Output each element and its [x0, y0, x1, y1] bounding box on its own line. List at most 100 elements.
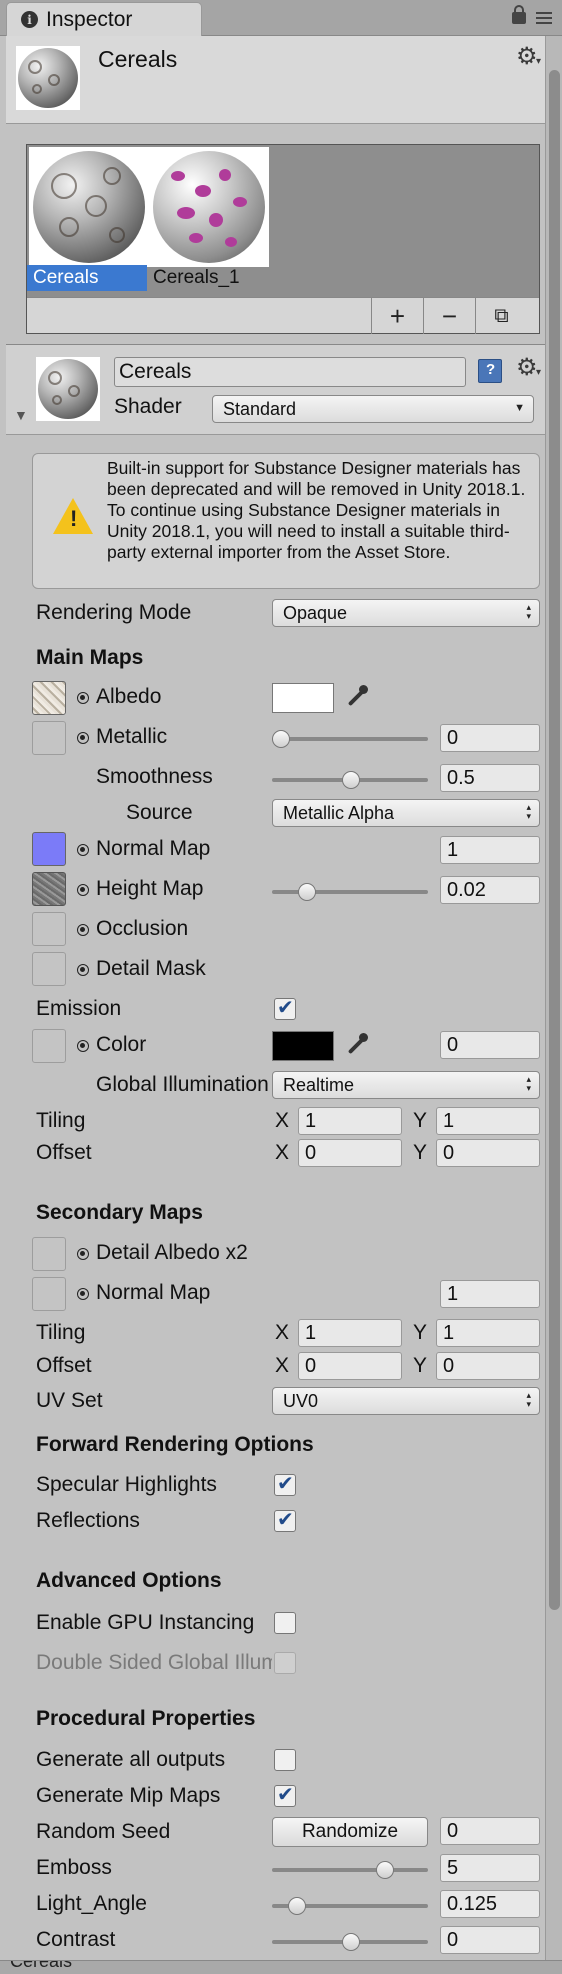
secondary-offset-x-field[interactable]: 0: [298, 1352, 402, 1380]
object-picker-icon[interactable]: [77, 692, 89, 704]
height-map-texture-slot[interactable]: [32, 872, 66, 906]
object-picker-icon[interactable]: [77, 1040, 89, 1052]
random-seed-field[interactable]: 0: [440, 1817, 540, 1845]
metallic-slider-thumb[interactable]: [272, 730, 290, 748]
metallic-value-field[interactable]: 0: [440, 724, 540, 752]
randomize-button[interactable]: Randomize: [272, 1817, 428, 1847]
gpu-instancing-checkbox[interactable]: [274, 1612, 296, 1634]
object-picker-icon[interactable]: [77, 884, 89, 896]
foldout-arrow-icon[interactable]: ▼: [14, 407, 28, 423]
emission-checkbox[interactable]: [274, 995, 296, 1020]
object-picker-icon[interactable]: [77, 1248, 89, 1260]
vertical-scrollbar[interactable]: [545, 36, 562, 1962]
object-picker-icon[interactable]: [77, 964, 89, 976]
tiling-x-label: X: [275, 1109, 290, 1132]
object-picker-icon[interactable]: [77, 924, 89, 936]
metallic-texture-slot[interactable]: [32, 721, 66, 755]
emboss-value-field[interactable]: 5: [440, 1854, 540, 1882]
detail-albedo-texture-slot[interactable]: [32, 1237, 66, 1271]
rendering-mode-dropdown[interactable]: Opaque: [272, 599, 540, 627]
emission-intensity-field[interactable]: 0: [440, 1031, 540, 1059]
offset-y-label: Y: [413, 1141, 428, 1164]
albedo-texture-slot[interactable]: [32, 681, 66, 715]
substance-sphere-preview: [153, 151, 265, 263]
detail-albedo-label: Detail Albedo x2: [96, 1241, 248, 1264]
secondary-normal-map-texture-slot[interactable]: [32, 1277, 66, 1311]
eyedropper-icon[interactable]: [342, 683, 370, 711]
occlusion-label: Occlusion: [96, 917, 189, 940]
uv-set-label: UV Set: [36, 1389, 103, 1412]
preview-label-cereals[interactable]: Cereals: [27, 265, 147, 291]
offset-y-field[interactable]: 0: [436, 1139, 540, 1167]
substance-sphere-preview: [18, 48, 78, 108]
object-picker-icon[interactable]: [77, 1288, 89, 1300]
height-map-slider-thumb[interactable]: [298, 883, 316, 901]
asset-preview-bar[interactable]: Cereals: [0, 1960, 562, 1974]
generate-all-outputs-label: Generate all outputs: [36, 1748, 226, 1771]
light-angle-value-field[interactable]: 0.125: [440, 1890, 540, 1918]
source-dropdown[interactable]: Metallic Alpha: [272, 799, 540, 827]
advanced-options-title: Advanced Options: [36, 1569, 222, 1592]
secondary-tiling-y-field[interactable]: 1: [436, 1319, 540, 1347]
secondary-offset-y-field[interactable]: 0: [436, 1352, 540, 1380]
albedo-color-swatch[interactable]: [272, 683, 334, 713]
specular-highlights-checkbox[interactable]: [274, 1471, 296, 1496]
random-seed-label: Random Seed: [36, 1820, 171, 1843]
contrast-value-field[interactable]: 0: [440, 1926, 540, 1954]
tab-menu-icon[interactable]: [536, 12, 552, 24]
asset-title: Cereals: [98, 46, 178, 72]
height-map-label: Height Map: [96, 877, 204, 900]
generate-mip-maps-label: Generate Mip Maps: [36, 1784, 221, 1807]
smoothness-slider-thumb[interactable]: [342, 771, 360, 789]
object-picker-icon[interactable]: [77, 732, 89, 744]
gear-icon[interactable]: [516, 353, 541, 382]
preview-label-cereals-1[interactable]: Cereals_1: [147, 265, 277, 291]
eyedropper-icon[interactable]: [342, 1031, 370, 1059]
material-name-field[interactable]: Cereals: [114, 357, 466, 387]
material-thumbnail: [36, 357, 100, 421]
emboss-slider-thumb[interactable]: [376, 1861, 394, 1879]
duplicate-button[interactable]: ⧉: [475, 298, 527, 334]
occlusion-texture-slot[interactable]: [32, 912, 66, 946]
contrast-slider-thumb[interactable]: [342, 1933, 360, 1951]
lock-icon[interactable]: [512, 5, 526, 24]
normal-map-scale-field[interactable]: 1: [440, 836, 540, 864]
gear-icon[interactable]: [516, 42, 541, 71]
smoothness-value-field[interactable]: 0.5: [440, 764, 540, 792]
global-illumination-dropdown[interactable]: Realtime: [272, 1071, 540, 1099]
normal-map-texture-slot[interactable]: [32, 832, 66, 866]
emission-texture-slot[interactable]: [32, 1029, 66, 1063]
preview-item-cereals[interactable]: [29, 147, 149, 267]
detail-mask-texture-slot[interactable]: [32, 952, 66, 986]
scrollbar-thumb[interactable]: [549, 70, 560, 1610]
help-book-icon[interactable]: [478, 359, 502, 383]
tab-inspector[interactable]: i Inspector: [6, 2, 202, 36]
tiling-x-field[interactable]: 1: [298, 1107, 402, 1135]
generate-all-outputs-checkbox[interactable]: [274, 1749, 296, 1771]
generate-mip-maps-checkbox[interactable]: [274, 1782, 296, 1807]
source-label: Source: [126, 801, 193, 824]
offset-x-field[interactable]: 0: [298, 1139, 402, 1167]
height-map-slider[interactable]: [272, 890, 428, 894]
secondary-normal-map-scale-field[interactable]: 1: [440, 1280, 540, 1308]
tiling-y-field[interactable]: 1: [436, 1107, 540, 1135]
light-angle-slider-thumb[interactable]: [288, 1897, 306, 1915]
metallic-slider[interactable]: [272, 737, 428, 741]
uv-set-dropdown[interactable]: UV0: [272, 1387, 540, 1415]
secondary-tiling-y-label: Y: [413, 1321, 428, 1344]
remove-button[interactable]: −: [423, 298, 475, 334]
height-map-value-field[interactable]: 0.02: [440, 876, 540, 904]
object-picker-icon[interactable]: [77, 844, 89, 856]
preview-item-cereals-1[interactable]: [149, 147, 269, 267]
emission-color-swatch[interactable]: [272, 1031, 334, 1061]
rendering-mode-label: Rendering Mode: [36, 601, 192, 624]
secondary-tiling-x-field[interactable]: 1: [298, 1319, 402, 1347]
add-button[interactable]: +: [371, 298, 423, 334]
tiling-label: Tiling: [36, 1109, 86, 1132]
double-sided-gi-label: Double Sided Global Illumination: [36, 1651, 272, 1674]
info-icon: i: [21, 11, 38, 28]
emboss-slider[interactable]: [272, 1868, 428, 1872]
global-illumination-label: Global Illumination: [96, 1073, 269, 1096]
shader-dropdown[interactable]: Standard: [212, 395, 534, 423]
reflections-checkbox[interactable]: [274, 1507, 296, 1532]
